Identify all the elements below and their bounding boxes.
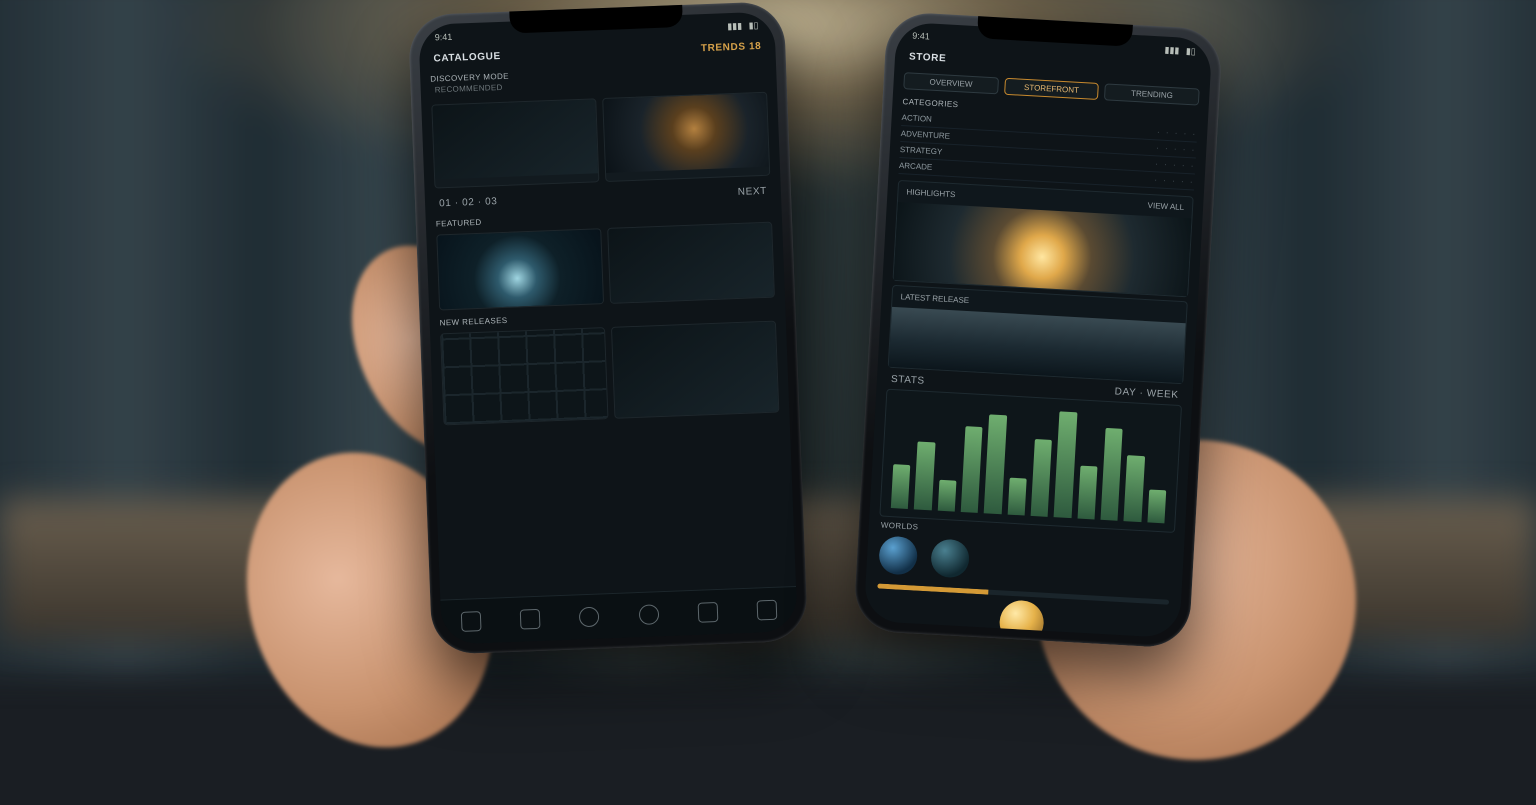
grid-row-3 xyxy=(430,316,790,430)
chart-range[interactable]: DAY · WEEK xyxy=(1114,386,1178,401)
dots-icon: · · · · · xyxy=(1154,175,1195,186)
chart-bar xyxy=(1007,477,1026,515)
chart-bar xyxy=(1054,412,1077,518)
dots-icon: · · · · · xyxy=(1157,127,1198,138)
card[interactable] xyxy=(607,222,775,304)
panel-image xyxy=(894,202,1192,296)
tab-globe-icon[interactable] xyxy=(579,607,600,628)
status-time: 9:41 xyxy=(435,32,453,44)
chart-title: STATS xyxy=(891,374,925,387)
status-time: 9:41 xyxy=(912,31,930,43)
tab-more-icon[interactable] xyxy=(757,600,778,621)
list-item-label: ARCADE xyxy=(899,161,933,172)
tab-storefront[interactable]: STOREFRONT xyxy=(1004,78,1099,100)
tab-trending[interactable]: TRENDING xyxy=(1104,83,1199,105)
tab-home-icon[interactable] xyxy=(460,611,481,632)
list-item-label: ACTION xyxy=(901,113,932,124)
release-panel[interactable]: LATEST RELEASE xyxy=(888,285,1188,384)
status-right: ▮▮▮ ▮▯ xyxy=(723,20,759,32)
card[interactable] xyxy=(611,321,779,419)
panel-action xyxy=(1178,308,1179,317)
battery-icon: ▮▯ xyxy=(748,20,758,30)
stats-bar-chart xyxy=(879,389,1182,533)
signal-icon: ▮▮▮ xyxy=(727,21,742,32)
right-screen: 9:41 ▮▮▮ ▮▯ STORE OVERVIEW STOREFRONT TR… xyxy=(863,22,1212,639)
tab-overview[interactable]: OVERVIEW xyxy=(903,72,998,94)
chart-bar xyxy=(1100,428,1122,521)
next-link[interactable]: NEXT xyxy=(738,186,767,198)
chart-bar xyxy=(1077,466,1097,520)
right-phone: 9:41 ▮▮▮ ▮▯ STORE OVERVIEW STOREFRONT TR… xyxy=(853,11,1223,649)
tab-profile-icon[interactable] xyxy=(698,602,719,623)
chart-bar xyxy=(937,480,956,512)
thumbnail xyxy=(612,322,778,418)
highlight-panel[interactable]: HIGHLIGHTS VIEW ALL xyxy=(893,180,1194,297)
achievement-orb-icon[interactable] xyxy=(998,599,1044,638)
chart-bar xyxy=(891,464,911,509)
chart-bar xyxy=(1147,489,1166,523)
thumbnail xyxy=(608,223,774,303)
dots-icon: · · · · · xyxy=(1156,143,1197,154)
card[interactable] xyxy=(440,327,608,425)
grid-row-1 xyxy=(421,87,780,193)
signal-icon: ▮▮▮ xyxy=(1164,45,1179,56)
panel-action[interactable]: VIEW ALL xyxy=(1147,201,1184,212)
progress-fill xyxy=(877,583,988,594)
dots-icon: · · · · · xyxy=(1155,159,1196,170)
world-orb-icon[interactable] xyxy=(878,536,918,576)
header-left: CATALOGUE xyxy=(433,51,501,65)
status-right: ▮▮▮ ▮▯ xyxy=(1160,44,1196,57)
left-screen: 9:41 ▮▮▮ ▮▯ CATALOGUE TRENDS 18 DISCOVER… xyxy=(418,11,798,644)
card[interactable] xyxy=(602,92,770,182)
tab-bar xyxy=(440,586,797,645)
grid-row-2 xyxy=(426,217,785,315)
list-item-label: STRATEGY xyxy=(900,145,943,156)
thumbnail xyxy=(437,229,603,309)
battery-icon: ▮▯ xyxy=(1186,46,1196,57)
chart-bar xyxy=(1124,455,1145,522)
header-right: TRENDS 18 xyxy=(701,41,762,54)
thumbnail xyxy=(441,328,607,424)
chart-bar xyxy=(1031,439,1053,517)
thumbnail xyxy=(603,93,769,173)
tab-search-icon[interactable] xyxy=(638,604,659,625)
list-item-label: ADVENTURE xyxy=(901,129,951,141)
chart-bar xyxy=(984,414,1007,514)
world-orb-icon[interactable] xyxy=(930,538,970,578)
tab-grid-icon[interactable] xyxy=(520,609,541,630)
card[interactable] xyxy=(436,228,604,310)
pager: 01 · 02 · 03 xyxy=(439,196,498,209)
chart-bar xyxy=(914,441,935,510)
left-phone: 9:41 ▮▮▮ ▮▯ CATALOGUE TRENDS 18 DISCOVER… xyxy=(408,1,808,655)
card[interactable] xyxy=(431,98,599,188)
header-left: STORE xyxy=(909,51,947,64)
panel-title: LATEST RELEASE xyxy=(900,292,969,305)
thumbnail xyxy=(432,99,598,179)
panel-title: HIGHLIGHTS xyxy=(906,187,955,199)
chart-bar xyxy=(961,426,983,513)
